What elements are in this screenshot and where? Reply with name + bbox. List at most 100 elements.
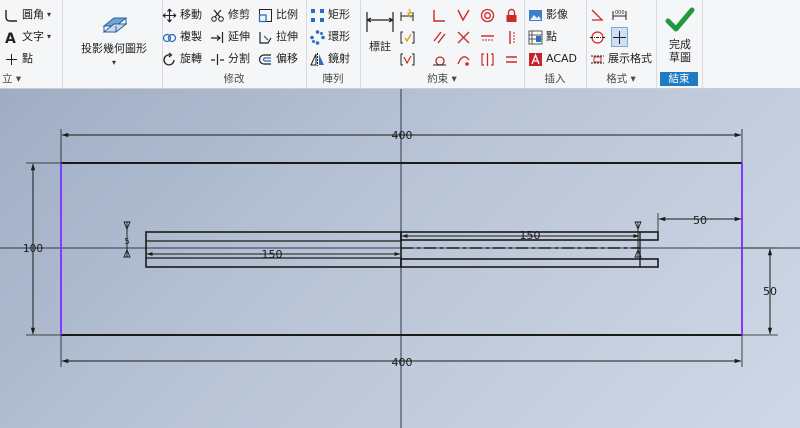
sketch-canvas[interactable]: 400 400 100 50 50 150 150 5 bbox=[0, 89, 800, 428]
dim-lower-slot-text[interactable]: 150 bbox=[262, 248, 283, 261]
sketch-drawing[interactable]: 400 400 100 50 50 150 150 5 bbox=[0, 89, 800, 428]
text-button[interactable]: A 文字 ▾ bbox=[4, 28, 51, 46]
fix-constraint-button[interactable] bbox=[504, 6, 519, 24]
exit-panel-title[interactable]: 結束 bbox=[660, 72, 698, 86]
fillet-dropdown-icon[interactable]: ▾ bbox=[47, 6, 51, 24]
point-label: 點 bbox=[22, 52, 33, 65]
mirror-button[interactable]: 鏡射 bbox=[310, 50, 350, 68]
finish-sketch-label-2: 草圖 bbox=[669, 51, 691, 64]
insert-acad-button[interactable]: ACAD bbox=[528, 50, 577, 68]
insert-panel-title[interactable]: 插入 bbox=[524, 72, 586, 86]
constraint-settings-button[interactable] bbox=[400, 50, 415, 68]
pattern-panel: 矩形 環形 鏡射 陣列 bbox=[306, 0, 361, 88]
circular-pattern-button[interactable]: 環形 bbox=[310, 28, 350, 46]
scale-button[interactable]: 比例 bbox=[258, 6, 298, 24]
driven-dimension-icon: 000 bbox=[612, 8, 627, 23]
stretch-label: 拉伸 bbox=[276, 30, 298, 43]
modify-panel: 移動 複製 旋轉 修剪 延伸 分割 比例 拉伸 偏移 修改 bbox=[162, 0, 307, 88]
modify-panel-title[interactable]: 修改 bbox=[162, 72, 306, 86]
trim-label: 修剪 bbox=[228, 8, 250, 21]
coincident-constraint-button[interactable] bbox=[456, 6, 471, 24]
move-button[interactable]: 移動 bbox=[162, 6, 202, 24]
dim-top-text[interactable]: 400 bbox=[392, 129, 413, 142]
pattern-panel-title[interactable]: 陣列 bbox=[306, 72, 360, 86]
dim-upper-slot-text[interactable]: 150 bbox=[520, 229, 541, 242]
dim-left-text[interactable]: 100 bbox=[23, 243, 43, 255]
auto-dimension-button[interactable] bbox=[400, 6, 415, 24]
trim-button[interactable]: 修剪 bbox=[210, 6, 250, 24]
construction-button[interactable] bbox=[590, 6, 605, 24]
insert-panel: 影像 點 ACAD 插入 bbox=[524, 0, 587, 88]
text-icon: A bbox=[4, 30, 19, 45]
rotate-icon bbox=[162, 52, 177, 67]
fillet-button[interactable]: 圓角 ▾ bbox=[4, 6, 51, 24]
fillet-label: 圓角 bbox=[22, 8, 44, 21]
parallel-icon bbox=[432, 30, 447, 45]
symmetric-constraint-button[interactable] bbox=[480, 50, 495, 68]
rectangular-pattern-label: 矩形 bbox=[328, 8, 350, 21]
acad-icon bbox=[528, 52, 543, 67]
dim-small-left-text[interactable]: 5 bbox=[124, 237, 129, 246]
offset-icon bbox=[258, 52, 273, 67]
center-point-button[interactable] bbox=[611, 27, 628, 47]
vertical-constraint-button[interactable] bbox=[504, 28, 519, 46]
dimension-button[interactable]: 標註 bbox=[362, 8, 398, 53]
equal-constraint-button[interactable] bbox=[504, 50, 519, 68]
format-panel: 000 展示格式 格式 ▾ bbox=[586, 0, 657, 88]
split-label: 分割 bbox=[228, 52, 250, 65]
dimension-icon bbox=[364, 8, 396, 36]
centerline-button[interactable] bbox=[590, 28, 605, 46]
inner-slot-right-bottom[interactable] bbox=[400, 258, 659, 268]
tangent-constraint-button[interactable] bbox=[432, 50, 447, 68]
show-constraints-icon bbox=[400, 30, 415, 45]
rotate-label: 旋轉 bbox=[180, 52, 202, 65]
dimension-label: 標註 bbox=[369, 40, 391, 53]
ribbon: 圓角 ▾ A 文字 ▾ 點 立 ▾ 投影幾何圖形 ▾ 移動 複製 旋轉 修剪 延… bbox=[0, 0, 800, 89]
split-button[interactable]: 分割 bbox=[210, 50, 250, 68]
stretch-icon bbox=[258, 30, 273, 45]
rectangular-pattern-button[interactable]: 矩形 bbox=[310, 6, 350, 24]
stretch-button[interactable]: 拉伸 bbox=[258, 28, 298, 46]
constrain-panel-title[interactable]: 約束 ▾ bbox=[360, 72, 524, 86]
show-constraints-button[interactable] bbox=[400, 28, 415, 46]
project-geometry-button[interactable]: 投影幾何圖形 ▾ bbox=[70, 6, 158, 69]
insert-image-label: 影像 bbox=[546, 8, 568, 21]
insert-image-button[interactable]: 影像 bbox=[528, 6, 568, 24]
dim-right-offset-text[interactable]: 50 bbox=[693, 214, 707, 227]
driven-dimension-button[interactable]: 000 bbox=[612, 6, 627, 24]
parallel-constraint-button[interactable] bbox=[432, 28, 447, 46]
text-dropdown-icon[interactable]: ▾ bbox=[47, 28, 51, 46]
point-icon bbox=[4, 52, 19, 67]
extend-icon bbox=[210, 30, 225, 45]
dim-right-height-text[interactable]: 50 bbox=[763, 285, 777, 298]
horizontal-constraint-button[interactable] bbox=[480, 28, 495, 46]
center-point-icon bbox=[612, 30, 627, 45]
perpendicular-constraint-button[interactable] bbox=[432, 6, 447, 24]
fillet-icon bbox=[4, 8, 19, 23]
dim-bottom-text[interactable]: 400 bbox=[392, 356, 413, 369]
offset-button[interactable]: 偏移 bbox=[258, 50, 298, 68]
rectangular-pattern-icon bbox=[310, 8, 325, 23]
extend-label: 延伸 bbox=[228, 30, 250, 43]
insert-points-button[interactable]: 點 bbox=[528, 28, 557, 46]
move-icon bbox=[162, 8, 177, 23]
concentric-icon bbox=[480, 8, 495, 23]
constraint-settings-icon bbox=[400, 52, 415, 67]
format-panel-title[interactable]: 格式 ▾ bbox=[586, 72, 656, 86]
move-label: 移動 bbox=[180, 8, 202, 21]
finish-sketch-button[interactable]: 完成 草圖 bbox=[658, 6, 702, 64]
collinear-constraint-button[interactable] bbox=[456, 28, 471, 46]
copy-button[interactable]: 複製 bbox=[162, 28, 202, 46]
smooth-constraint-button[interactable] bbox=[456, 50, 471, 68]
scale-label: 比例 bbox=[276, 8, 298, 21]
draw-panel-title[interactable]: 立 ▾ bbox=[0, 72, 62, 86]
concentric-constraint-button[interactable] bbox=[480, 6, 495, 24]
project-geometry-dropdown-icon[interactable]: ▾ bbox=[112, 58, 116, 67]
point-button[interactable]: 點 bbox=[4, 50, 33, 68]
extend-button[interactable]: 延伸 bbox=[210, 28, 250, 46]
insert-acad-label: ACAD bbox=[546, 52, 578, 65]
rotate-button[interactable]: 旋轉 bbox=[162, 50, 202, 68]
show-format-button[interactable]: 展示格式 bbox=[590, 50, 652, 68]
circular-pattern-label: 環形 bbox=[328, 30, 350, 43]
svg-text:A: A bbox=[5, 31, 16, 45]
